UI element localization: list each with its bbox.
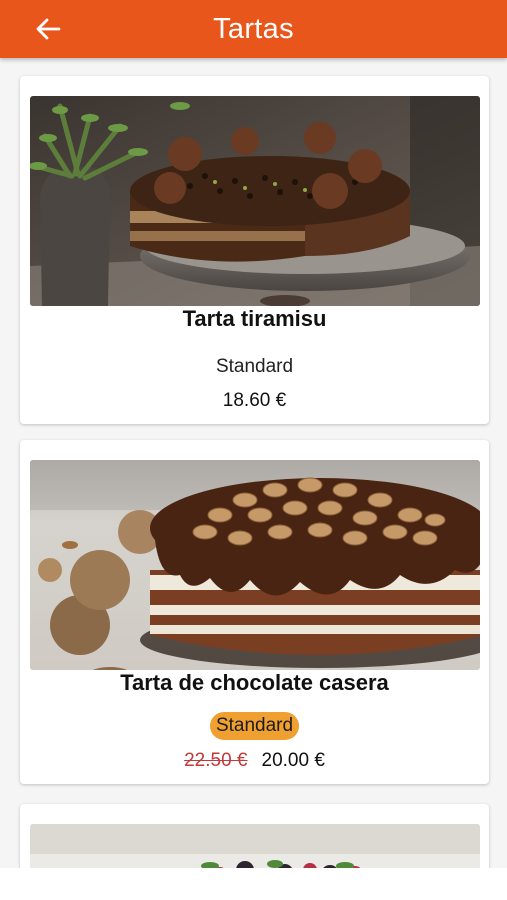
- back-button[interactable]: [28, 9, 68, 49]
- size-chip[interactable]: Standard: [209, 712, 300, 740]
- product-size: Standard: [20, 712, 489, 740]
- product-name: Tarta de chocolate casera: [120, 670, 389, 695]
- product-card[interactable]: [20, 804, 489, 868]
- arrow-left-icon: [36, 18, 61, 40]
- product-name: Tarta tiramisu: [182, 306, 327, 331]
- product-image[interactable]: [30, 96, 480, 306]
- top-app-bar: Tartas: [0, 0, 507, 58]
- product-card[interactable]: Tarta tiramisu Standard 18.60 €: [20, 76, 489, 424]
- product-image[interactable]: [30, 824, 480, 868]
- old-price: 22.50 €: [184, 750, 248, 771]
- size-label: Standard: [215, 356, 294, 377]
- bottom-area: [0, 868, 507, 900]
- page-title: Tartas: [213, 12, 294, 45]
- product-size: Standard: [20, 356, 489, 378]
- product-card[interactable]: Tarta de chocolate casera Standard 22.50…: [20, 440, 489, 784]
- product-price: 18.60 €: [222, 390, 287, 411]
- current-price: 20.00 €: [261, 750, 325, 771]
- app-screen: Tartas Tarta tiramisu Standard 18.60 € T…: [0, 0, 507, 900]
- product-price: 22.50 € 20.00 €: [20, 750, 489, 772]
- product-list[interactable]: Tarta tiramisu Standard 18.60 € Tarta de…: [0, 58, 507, 868]
- product-image[interactable]: [30, 460, 480, 670]
